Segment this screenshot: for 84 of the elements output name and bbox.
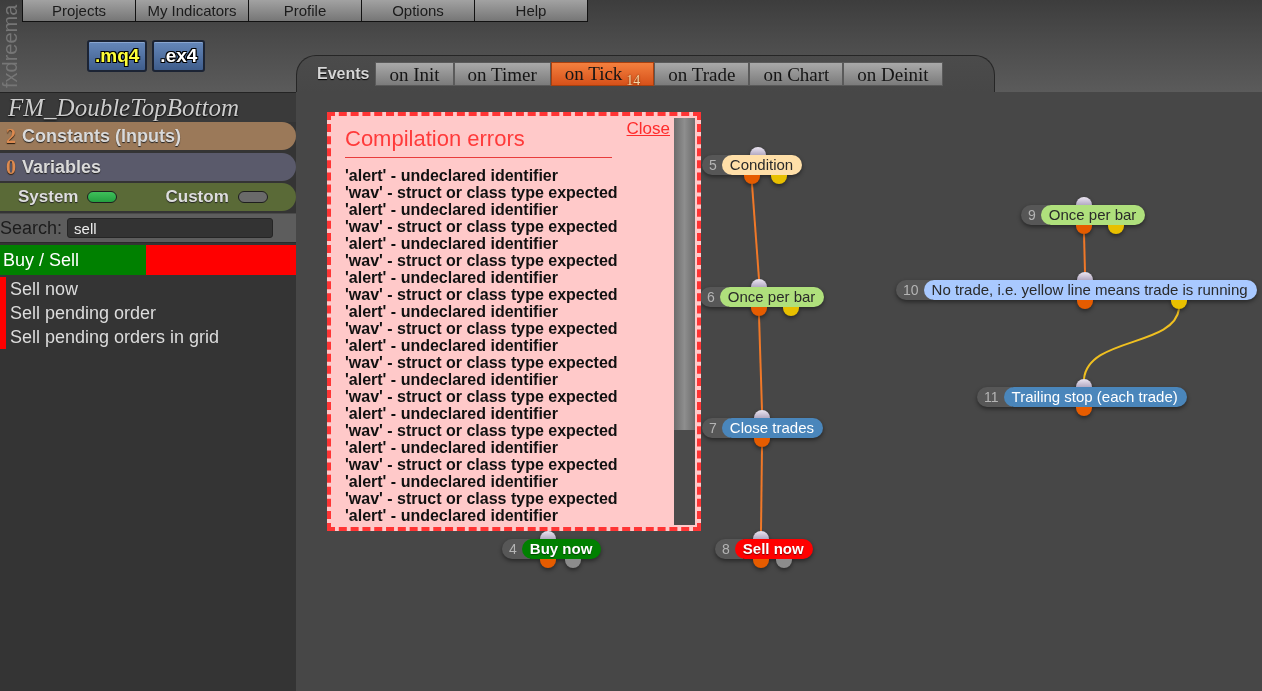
section-label: Variables xyxy=(22,156,102,178)
output-port-icon[interactable] xyxy=(565,559,581,568)
input-port-icon[interactable] xyxy=(1076,379,1092,387)
search-label: Search: xyxy=(0,217,63,239)
output-port-icon[interactable] xyxy=(540,559,556,568)
error-message: 'alert' - undeclared identifier xyxy=(345,405,558,422)
menu-item[interactable]: Options xyxy=(361,0,475,22)
event-tab[interactable]: on Timer xyxy=(453,62,551,86)
filter-label: Custom xyxy=(165,187,229,207)
event-tab[interactable]: on Chart xyxy=(749,62,844,86)
error-message: 'wav' - struct or class type expected xyxy=(345,422,618,439)
error-message: 'alert' - undeclared identifier xyxy=(345,303,558,320)
input-port-icon[interactable] xyxy=(751,279,767,287)
error-message: 'alert' - undeclared identifier xyxy=(345,235,558,252)
input-port-icon[interactable] xyxy=(753,531,769,539)
error-message: 'alert' - undeclared identifier xyxy=(345,269,558,286)
output-port-icon[interactable] xyxy=(1076,225,1092,234)
error-message: 'alert' - undeclared identifier xyxy=(345,439,558,456)
node-label[interactable]: Close trades xyxy=(721,418,823,438)
file-button[interactable]: .mq4 xyxy=(87,40,148,72)
error-message: 'alert' - undeclared identifier xyxy=(345,507,558,524)
input-port-icon[interactable] xyxy=(1076,197,1092,205)
error-message: 'wav' - struct or class type expected xyxy=(345,354,618,371)
output-port-icon[interactable] xyxy=(1076,407,1092,416)
node-label[interactable]: No trade, i.e. yellow line means trade is running xyxy=(923,280,1257,300)
input-port-icon[interactable] xyxy=(750,147,766,155)
node-label[interactable]: Trailing stop (each trade) xyxy=(1003,387,1187,407)
events-label: Events xyxy=(317,64,370,84)
error-message: 'wav' - struct or class type expected xyxy=(345,490,618,507)
output-port-icon[interactable] xyxy=(1171,300,1187,309)
section-header[interactable]: 0 Variables xyxy=(0,153,296,181)
section-count: 0 xyxy=(6,155,16,179)
node-label[interactable]: Once per bar xyxy=(1040,205,1146,225)
output-port-icon[interactable] xyxy=(1108,225,1124,234)
node-label[interactable]: Buy now xyxy=(521,539,602,559)
close-link[interactable]: Close xyxy=(626,119,670,139)
output-port-icon[interactable] xyxy=(753,559,769,568)
error-message: 'alert' - undeclared identifier xyxy=(345,337,558,354)
error-message: 'alert' - undeclared identifier xyxy=(345,167,558,184)
event-tab[interactable]: on Trade xyxy=(654,62,750,86)
scrollbar-thumb[interactable] xyxy=(674,118,695,430)
event-tab[interactable]: on Init xyxy=(375,62,454,86)
event-tab[interactable]: on Tick $_{14}$ xyxy=(550,62,655,86)
error-message: 'wav' - struct or class type expected xyxy=(345,252,618,269)
error-message: 'wav' - struct or class type expected xyxy=(345,218,618,235)
error-message: 'wav' - struct or class type expected xyxy=(345,456,618,473)
node-label[interactable]: Once per bar xyxy=(719,287,825,307)
tab-count: 14 xyxy=(626,73,641,88)
error-message: 'alert' - undeclared identifier xyxy=(345,473,558,490)
node-label[interactable]: Sell now xyxy=(734,539,813,559)
node-label[interactable]: Condition xyxy=(721,155,803,175)
input-port-icon[interactable] xyxy=(1077,272,1093,280)
scrollbar[interactable] xyxy=(674,118,695,525)
toggle-switch[interactable] xyxy=(237,191,268,203)
input-port-icon[interactable] xyxy=(540,531,556,539)
event-tab[interactable]: on Deinit xyxy=(843,62,943,86)
menu-item[interactable]: Profile xyxy=(248,0,362,22)
file-button[interactable]: .ex4 xyxy=(152,40,206,72)
menu-item[interactable]: Help xyxy=(474,0,588,22)
input-port-icon[interactable] xyxy=(754,410,770,418)
section-header[interactable]: 2 Constants (Inputs) xyxy=(0,122,296,150)
menu-item[interactable]: My Indicators xyxy=(135,0,249,22)
error-message: 'wav' - struct or class type expected xyxy=(345,320,618,337)
error-message: 'alert' - undeclared identifier xyxy=(345,201,558,218)
output-port-icon[interactable] xyxy=(751,307,767,316)
search-field[interactable]: sell xyxy=(67,218,274,238)
output-port-icon[interactable] xyxy=(776,559,792,568)
error-message: 'wav' - struct or class type expected xyxy=(345,286,618,303)
project-title: FM_DoubleTopBottom xyxy=(0,93,296,122)
output-port-icon[interactable] xyxy=(744,175,760,184)
error-message: 'alert' - undeclared identifier xyxy=(345,371,558,388)
error-message: 'wav' - struct or class type expected xyxy=(345,184,618,201)
toggle-switch[interactable] xyxy=(87,191,118,203)
output-port-icon[interactable] xyxy=(754,438,770,447)
menu-item[interactable]: Projects xyxy=(22,0,136,22)
section-label: Constants (Inputs) xyxy=(22,125,181,147)
error-panel-title: Compilation errors xyxy=(345,126,612,158)
error-message: 'wav' - struct or class type expected xyxy=(345,388,618,405)
category-header[interactable]: Buy / Sell xyxy=(0,245,296,275)
output-port-icon[interactable] xyxy=(783,307,799,316)
section-count: 2 xyxy=(6,124,16,148)
filter-label: System xyxy=(18,187,79,207)
output-port-icon[interactable] xyxy=(771,175,787,184)
output-port-icon[interactable] xyxy=(1077,300,1093,309)
